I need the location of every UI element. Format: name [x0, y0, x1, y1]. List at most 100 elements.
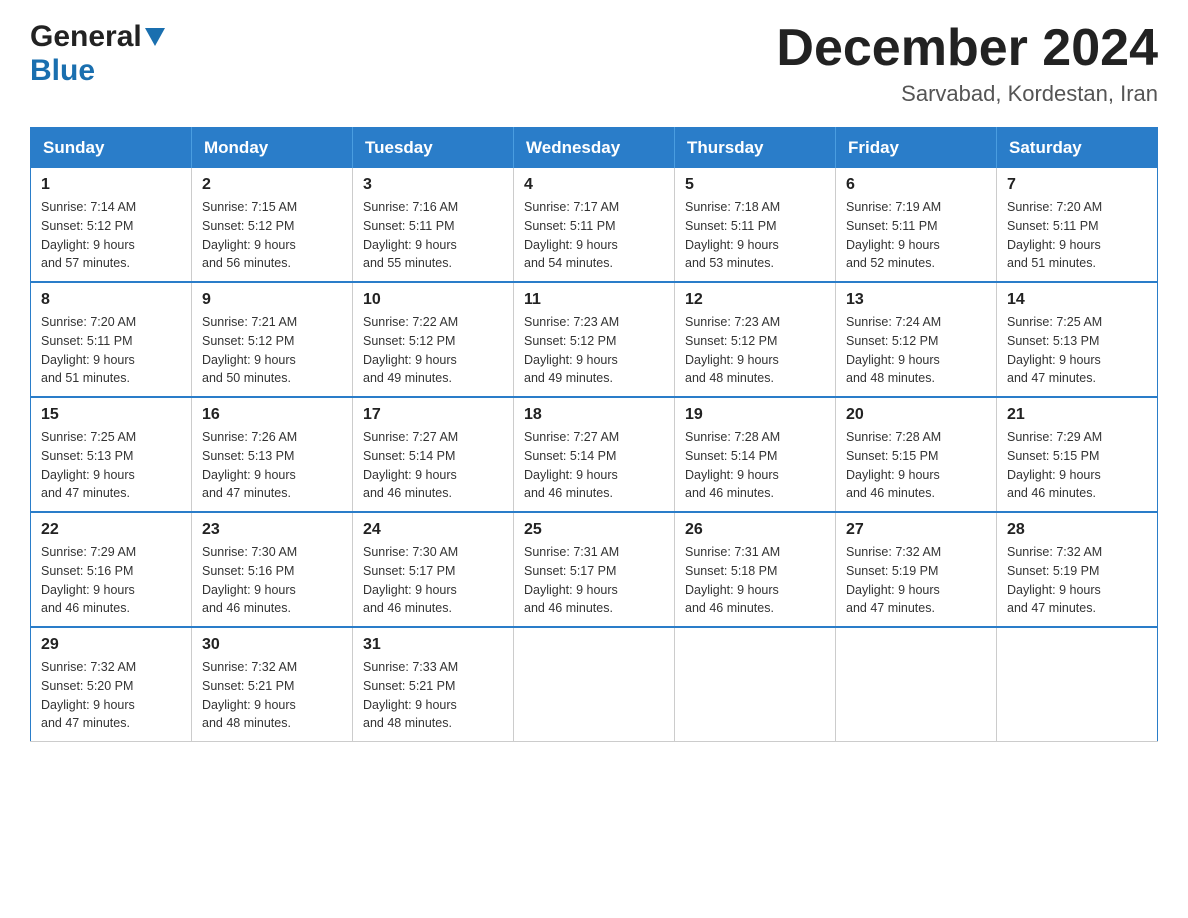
table-row: 26 Sunrise: 7:31 AMSunset: 5:18 PMDayligh…	[675, 512, 836, 627]
day-info: Sunrise: 7:29 AMSunset: 5:15 PMDaylight:…	[1007, 428, 1147, 503]
table-row: 4 Sunrise: 7:17 AMSunset: 5:11 PMDaylight…	[514, 168, 675, 282]
day-number: 8	[41, 291, 181, 309]
day-number: 19	[685, 406, 825, 424]
day-info: Sunrise: 7:19 AMSunset: 5:11 PMDaylight:…	[846, 198, 986, 273]
table-row	[514, 627, 675, 742]
day-number: 24	[363, 521, 503, 539]
day-number: 20	[846, 406, 986, 424]
table-row: 17 Sunrise: 7:27 AMSunset: 5:14 PMDayligh…	[353, 397, 514, 512]
day-info: Sunrise: 7:28 AMSunset: 5:14 PMDaylight:…	[685, 428, 825, 503]
day-info: Sunrise: 7:23 AMSunset: 5:12 PMDaylight:…	[685, 313, 825, 388]
table-row: 16Sunrise: 7:26 AMSunset: 5:13 PMDayligh…	[192, 397, 353, 512]
table-row: 6 Sunrise: 7:19 AMSunset: 5:11 PMDaylight…	[836, 168, 997, 282]
day-info: Sunrise: 7:32 AMSunset: 5:19 PMDaylight:…	[1007, 543, 1147, 618]
logo-triangle-icon	[145, 28, 165, 51]
day-info: Sunrise: 7:33 AMSunset: 5:21 PMDaylight:…	[363, 658, 503, 733]
day-number: 25	[524, 521, 664, 539]
day-number: 29	[41, 636, 181, 654]
day-info: Sunrise: 7:15 AMSunset: 5:12 PMDaylight:…	[202, 198, 342, 273]
day-number: 6	[846, 176, 986, 194]
day-number: 28	[1007, 521, 1147, 539]
day-number: 7	[1007, 176, 1147, 194]
table-row: 13Sunrise: 7:24 AMSunset: 5:12 PMDayligh…	[836, 282, 997, 397]
day-number: 12	[685, 291, 825, 309]
day-info: Sunrise: 7:28 AMSunset: 5:15 PMDaylight:…	[846, 428, 986, 503]
table-row: 22 Sunrise: 7:29 AMSunset: 5:16 PMDayligh…	[31, 512, 192, 627]
day-info: Sunrise: 7:20 AMSunset: 5:11 PMDaylight:…	[41, 313, 181, 388]
table-row: 12 Sunrise: 7:23 AMSunset: 5:12 PMDayligh…	[675, 282, 836, 397]
logo: General Blue	[30, 20, 165, 88]
day-info: Sunrise: 7:16 AMSunset: 5:11 PMDaylight:…	[363, 198, 503, 273]
day-info: Sunrise: 7:25 AMSunset: 5:13 PMDaylight:…	[1007, 313, 1147, 388]
calendar-week-row: 15 Sunrise: 7:25 AMSunset: 5:13 PMDayligh…	[31, 397, 1158, 512]
day-number: 5	[685, 176, 825, 194]
day-number: 4	[524, 176, 664, 194]
col-saturday: Saturday	[997, 128, 1158, 169]
table-row: 25 Sunrise: 7:31 AMSunset: 5:17 PMDayligh…	[514, 512, 675, 627]
day-info: Sunrise: 7:27 AMSunset: 5:14 PMDaylight:…	[363, 428, 503, 503]
table-row	[836, 627, 997, 742]
day-number: 3	[363, 176, 503, 194]
day-info: Sunrise: 7:23 AMSunset: 5:12 PMDaylight:…	[524, 313, 664, 388]
day-number: 23	[202, 521, 342, 539]
day-number: 2	[202, 176, 342, 194]
table-row	[675, 627, 836, 742]
day-info: Sunrise: 7:31 AMSunset: 5:18 PMDaylight:…	[685, 543, 825, 618]
day-number: 22	[41, 521, 181, 539]
calendar-week-row: 22 Sunrise: 7:29 AMSunset: 5:16 PMDayligh…	[31, 512, 1158, 627]
table-row: 7 Sunrise: 7:20 AMSunset: 5:11 PMDaylight…	[997, 168, 1158, 282]
col-friday: Friday	[836, 128, 997, 169]
table-row: 10Sunrise: 7:22 AMSunset: 5:12 PMDayligh…	[353, 282, 514, 397]
col-sunday: Sunday	[31, 128, 192, 169]
day-number: 26	[685, 521, 825, 539]
calendar-week-row: 29 Sunrise: 7:32 AMSunset: 5:20 PMDayligh…	[31, 627, 1158, 742]
day-number: 31	[363, 636, 503, 654]
title-area: December 2024 Sarvabad, Kordestan, Iran	[776, 20, 1158, 107]
table-row: 20 Sunrise: 7:28 AMSunset: 5:15 PMDayligh…	[836, 397, 997, 512]
day-number: 13	[846, 291, 986, 309]
table-row: 3 Sunrise: 7:16 AMSunset: 5:11 PMDaylight…	[353, 168, 514, 282]
col-monday: Monday	[192, 128, 353, 169]
calendar-week-row: 8 Sunrise: 7:20 AMSunset: 5:11 PMDaylight…	[31, 282, 1158, 397]
day-number: 9	[202, 291, 342, 309]
day-number: 30	[202, 636, 342, 654]
table-row: 18Sunrise: 7:27 AMSunset: 5:14 PMDayligh…	[514, 397, 675, 512]
col-thursday: Thursday	[675, 128, 836, 169]
table-row: 1 Sunrise: 7:14 AMSunset: 5:12 PMDaylight…	[31, 168, 192, 282]
calendar-week-row: 1 Sunrise: 7:14 AMSunset: 5:12 PMDaylight…	[31, 168, 1158, 282]
day-number: 10	[363, 291, 503, 309]
day-info: Sunrise: 7:25 AMSunset: 5:13 PMDaylight:…	[41, 428, 181, 503]
day-number: 1	[41, 176, 181, 194]
day-number: 17	[363, 406, 503, 424]
day-info: Sunrise: 7:17 AMSunset: 5:11 PMDaylight:…	[524, 198, 664, 273]
day-info: Sunrise: 7:31 AMSunset: 5:17 PMDaylight:…	[524, 543, 664, 618]
table-row: 31 Sunrise: 7:33 AMSunset: 5:21 PMDayligh…	[353, 627, 514, 742]
calendar-table: Sunday Monday Tuesday Wednesday Thursday…	[30, 127, 1158, 742]
day-info: Sunrise: 7:32 AMSunset: 5:19 PMDaylight:…	[846, 543, 986, 618]
table-row: 19 Sunrise: 7:28 AMSunset: 5:14 PMDayligh…	[675, 397, 836, 512]
day-info: Sunrise: 7:20 AMSunset: 5:11 PMDaylight:…	[1007, 198, 1147, 273]
table-row: 8 Sunrise: 7:20 AMSunset: 5:11 PMDaylight…	[31, 282, 192, 397]
logo-general-text: General	[30, 20, 142, 54]
table-row: 15 Sunrise: 7:25 AMSunset: 5:13 PMDayligh…	[31, 397, 192, 512]
day-number: 14	[1007, 291, 1147, 309]
location-subtitle: Sarvabad, Kordestan, Iran	[776, 81, 1158, 107]
header: General Blue December 2024 Sarvabad, Kor…	[30, 20, 1158, 107]
col-wednesday: Wednesday	[514, 128, 675, 169]
table-row: 5Sunrise: 7:18 AMSunset: 5:11 PMDaylight…	[675, 168, 836, 282]
month-year-title: December 2024	[776, 20, 1158, 77]
day-number: 15	[41, 406, 181, 424]
day-info: Sunrise: 7:30 AMSunset: 5:17 PMDaylight:…	[363, 543, 503, 618]
day-number: 11	[524, 291, 664, 309]
day-info: Sunrise: 7:29 AMSunset: 5:16 PMDaylight:…	[41, 543, 181, 618]
table-row: 23 Sunrise: 7:30 AMSunset: 5:16 PMDayligh…	[192, 512, 353, 627]
table-row	[997, 627, 1158, 742]
day-number: 18	[524, 406, 664, 424]
day-info: Sunrise: 7:30 AMSunset: 5:16 PMDaylight:…	[202, 543, 342, 618]
day-info: Sunrise: 7:32 AMSunset: 5:21 PMDaylight:…	[202, 658, 342, 733]
day-info: Sunrise: 7:32 AMSunset: 5:20 PMDaylight:…	[41, 658, 181, 733]
day-info: Sunrise: 7:14 AMSunset: 5:12 PMDaylight:…	[41, 198, 181, 273]
table-row: 2 Sunrise: 7:15 AMSunset: 5:12 PMDaylight…	[192, 168, 353, 282]
logo-blue-text: Blue	[30, 54, 95, 87]
col-tuesday: Tuesday	[353, 128, 514, 169]
